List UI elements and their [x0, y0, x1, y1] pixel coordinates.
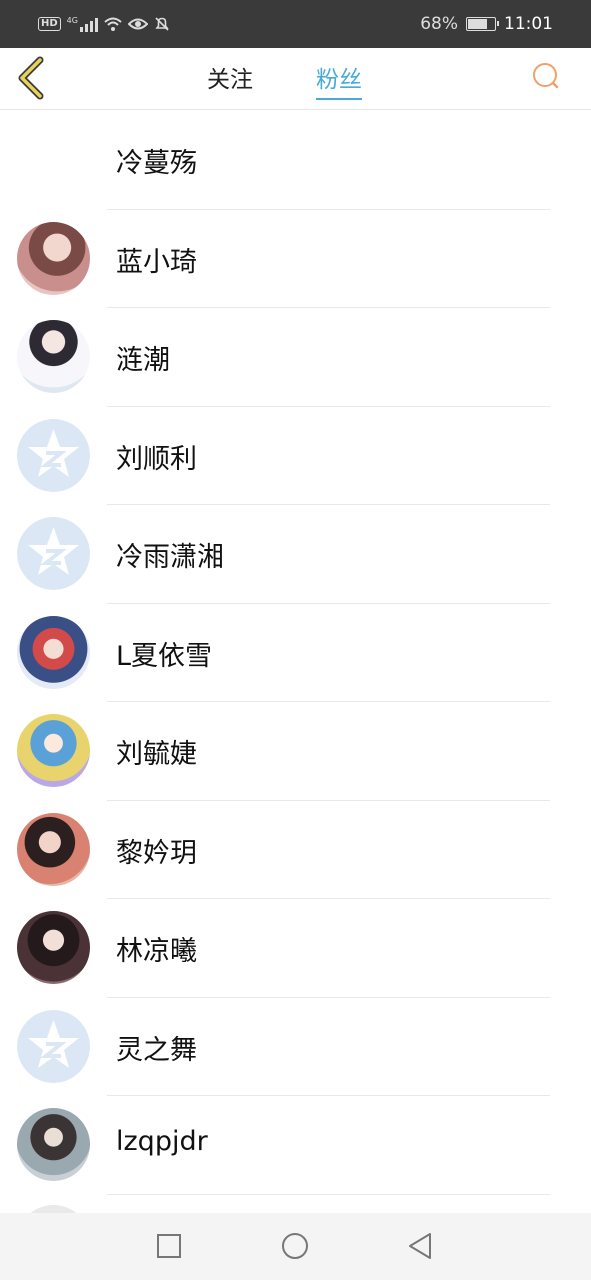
list-item[interactable]: 林凉曦 [0, 899, 591, 998]
wifi-icon [104, 17, 122, 31]
fan-name: 黎妗玥 [116, 837, 197, 869]
fan-name: 涟潮 [116, 345, 170, 376]
default-avatar-icon [17, 517, 90, 590]
network-type-label: 4G [66, 16, 78, 25]
eye-comfort-icon [127, 18, 148, 30]
follow-tabs: 关注 粉丝 [0, 48, 591, 110]
avatar [17, 615, 90, 689]
fan-name: 林凉曦 [116, 936, 197, 967]
fan-name: 冷雨潇湘 [116, 542, 224, 573]
list-item[interactable]: lzqpjdr [0, 1096, 591, 1195]
fan-name: 冷蔓殇 [116, 148, 197, 179]
list-item[interactable]: 涟潮 [0, 308, 591, 407]
fan-name: 蓝小琦 [116, 246, 197, 278]
fan-name: 灵之舞 [116, 1034, 197, 1066]
search-button[interactable] [529, 60, 563, 94]
list-item[interactable]: 刘顺利 [0, 407, 591, 505]
hd-badge: HD [38, 17, 61, 31]
battery-icon [466, 17, 499, 31]
search-icon [533, 63, 559, 89]
system-back-button[interactable] [406, 1231, 436, 1261]
tab-following[interactable]: 关注 [207, 60, 253, 98]
status-bar: HD 4G 68% 11:01 [0, 0, 591, 48]
list-item[interactable]: 刘毓婕 [0, 702, 591, 801]
home-icon [282, 1233, 308, 1259]
list-item[interactable]: L夏依雪 [0, 604, 591, 702]
battery-level-fill [468, 19, 488, 29]
top-nav-bar: 关注 粉丝 [0, 48, 591, 110]
avatar [17, 714, 90, 787]
avatar [17, 1108, 90, 1181]
default-avatar-icon [17, 418, 90, 492]
status-left-icons: HD 4G [38, 13, 170, 35]
recent-apps-icon [157, 1234, 181, 1258]
system-nav-bar [0, 1213, 591, 1280]
avatar [17, 320, 90, 393]
clock: 11:01 [504, 14, 553, 34]
tab-fans[interactable]: 粉丝 [316, 60, 362, 100]
list-item[interactable]: 冷雨潇湘 [0, 505, 591, 604]
fans-list: 冷蔓殇 蓝小琦 涟潮 刘顺利 冷雨潇湘 L夏依雪 刘毓婕 黎妗玥 林凉曦 灵之舞… [0, 111, 591, 1219]
battery-percent: 68% [420, 14, 458, 34]
default-avatar-icon [17, 1009, 90, 1083]
list-item[interactable]: 冷蔓殇 [0, 111, 591, 210]
list-item[interactable]: 黎妗玥 [0, 801, 591, 899]
bell-off-icon [155, 17, 169, 31]
status-right-icons: 68% 11:01 [420, 12, 553, 36]
fan-name: 刘顺利 [116, 443, 197, 475]
avatar [17, 911, 90, 984]
list-item[interactable]: 灵之舞 [0, 998, 591, 1096]
list-item[interactable]: 蓝小琦 [0, 210, 591, 308]
fan-name: L夏依雪 [116, 640, 213, 672]
fan-name: 刘毓婕 [116, 739, 197, 770]
signal-icon: 4G [67, 16, 98, 32]
fan-name: lzqpjdr [116, 1126, 208, 1157]
avatar [17, 812, 90, 886]
home-button[interactable] [280, 1231, 310, 1261]
back-icon [409, 1233, 431, 1259]
recent-apps-button[interactable] [154, 1231, 184, 1261]
avatar [17, 221, 90, 295]
